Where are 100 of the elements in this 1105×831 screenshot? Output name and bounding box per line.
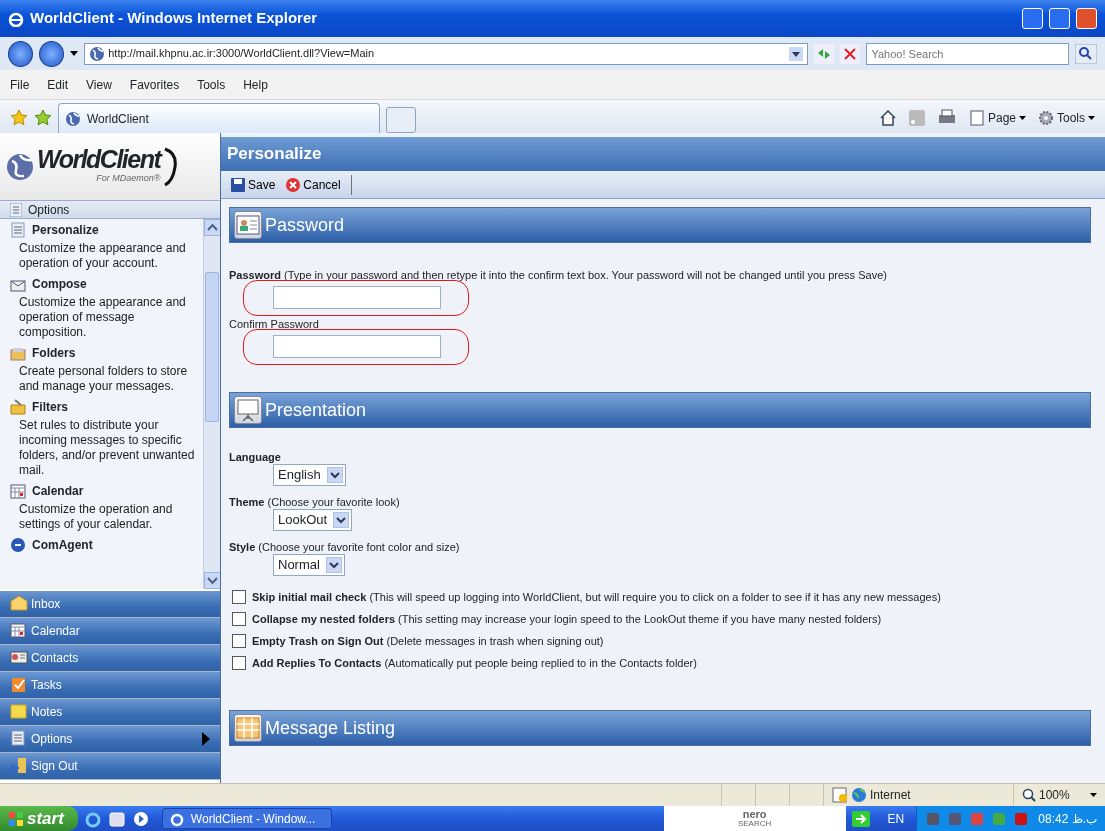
close-icon — [286, 177, 301, 192]
dropdown-select[interactable]: Normal — [273, 554, 345, 576]
checkbox-label: Empty Trash on Sign Out (Delete messages in trash when signing out) — [252, 634, 604, 648]
option-link[interactable]: Folders — [32, 345, 76, 361]
nav-button[interactable]: Inbox — [0, 591, 220, 618]
select-label: Language — [229, 450, 282, 464]
option-description: Customize the appearance and operation of your account. — [19, 241, 187, 271]
nav-button[interactable]: Options — [0, 726, 220, 753]
option-link[interactable]: Personalize — [32, 222, 99, 238]
password-field[interactable] — [273, 286, 441, 309]
command-menu[interactable]: Tools — [1038, 109, 1095, 127]
menu-item[interactable]: Edit — [47, 75, 69, 94]
nav-button[interactable]: Tasks — [0, 672, 220, 699]
section-header: Password — [229, 207, 1091, 243]
nav-button[interactable]: Calendar — [0, 618, 220, 645]
option-link[interactable]: Filters — [32, 399, 68, 415]
dropdown-arrow-icon[interactable] — [70, 51, 79, 56]
options-icon — [10, 202, 22, 217]
id-card-icon — [235, 212, 261, 238]
address-field[interactable]: http://mail.khpnu.ac.ir:3000/WorldClient.dll?View=Main — [84, 42, 809, 65]
door-icon — [10, 757, 28, 775]
swoosh-icon — [163, 146, 178, 187]
nav-button[interactable]: Contacts — [0, 645, 220, 672]
form-icon — [10, 730, 28, 748]
section-header: Message Listing — [229, 710, 1091, 746]
scroll-thumb[interactable] — [205, 272, 219, 422]
media-player-icon[interactable] — [131, 809, 150, 828]
zoom-icon — [1022, 788, 1036, 802]
option-description: Set rules to distribute your incoming messages to specific folders, and/or prevent unwanted mail. — [19, 418, 196, 478]
maximize-button[interactable] — [1049, 8, 1070, 29]
warning-page-icon — [832, 787, 848, 803]
caret-icon — [325, 557, 342, 573]
clock: 08:42 ب.ظ — [1038, 810, 1097, 828]
menu-item[interactable]: Help — [243, 75, 268, 94]
menu-item[interactable]: View — [86, 75, 112, 94]
taskbar-window-button[interactable]: WorldClient - Window... — [161, 808, 332, 829]
menu-item[interactable]: Favorites — [129, 75, 180, 94]
dropdown-select[interactable]: LookOut — [273, 509, 353, 531]
caret-icon — [1088, 116, 1095, 120]
caret-icon — [326, 467, 343, 483]
select-label: Theme (Choose your favorite look) — [229, 495, 401, 509]
note-icon — [10, 703, 28, 721]
home-icon[interactable] — [878, 109, 897, 127]
scroll-up-arrow-icon[interactable] — [204, 219, 220, 236]
checkbox[interactable] — [232, 634, 246, 648]
checkbox-label: Add Replies To Contacts (Automatically put people being replied to in the Contacts folder) — [252, 656, 697, 670]
form-icon — [10, 222, 26, 238]
search-icon[interactable] — [1075, 43, 1097, 64]
checkbox[interactable] — [232, 656, 246, 670]
option-link[interactable]: ComAgent — [32, 537, 93, 553]
option-link[interactable]: Calendar — [32, 483, 84, 499]
arrow-icon[interactable] — [851, 810, 870, 827]
page-title: Personalize — [221, 137, 1105, 171]
option-link[interactable]: Compose — [32, 276, 87, 292]
browser-tab[interactable]: WorldClient — [58, 103, 380, 133]
checkbox[interactable] — [232, 590, 246, 604]
nav-button[interactable]: Sign Out — [0, 753, 220, 780]
calendar-icon — [10, 483, 26, 499]
folder-icon — [10, 399, 26, 415]
contact-card-icon — [10, 649, 28, 667]
language-indicator[interactable]: EN — [887, 809, 905, 828]
add-favorite-icon[interactable] — [34, 109, 52, 127]
windows-flag-icon — [8, 810, 24, 827]
grid-icon — [235, 715, 261, 741]
checkbox-label: Collapse my nested folders (This setting may increase your login speed to the LookOut theme if you have many nested folders) — [252, 612, 882, 626]
forward-button[interactable] — [39, 40, 65, 67]
checkbox[interactable] — [232, 612, 246, 626]
logo-subtitle: For MDaemon® — [96, 172, 161, 186]
security-zone: Internet — [870, 787, 911, 804]
search-logo: nero SEARCH — [663, 806, 846, 831]
nav-button[interactable]: Notes — [0, 699, 220, 726]
menu-item[interactable]: File — [10, 75, 30, 94]
scrollbar[interactable] — [203, 219, 220, 589]
menu-item[interactable]: Tools — [197, 75, 226, 94]
envelope-icon — [10, 595, 28, 613]
gear-icon — [1038, 110, 1054, 126]
star-icon[interactable] — [10, 109, 28, 127]
option-description: Create personal folders to store and manage your messages. — [19, 364, 189, 394]
easel-icon — [235, 397, 261, 423]
field-label: Confirm Password — [229, 317, 320, 331]
scroll-down-arrow-icon[interactable] — [204, 572, 220, 589]
caret-icon — [1090, 793, 1097, 797]
stop-icon[interactable] — [840, 43, 861, 64]
caret-icon — [1019, 116, 1026, 120]
caret-icon — [333, 512, 350, 528]
folder-icon — [10, 345, 26, 361]
minimize-button[interactable] — [1022, 8, 1043, 29]
save-button[interactable]: Save — [227, 175, 280, 194]
checkbox-label: Skip initial mail check (This will speed up logging into WorldClient, but will require you to click on a folder to see if it has any new messages) — [252, 590, 941, 604]
refresh-icon[interactable] — [814, 43, 835, 64]
cancel-button[interactable]: Cancel — [282, 175, 345, 194]
password-field[interactable] — [273, 335, 441, 358]
calendar-icon — [10, 622, 28, 640]
back-button[interactable] — [8, 40, 34, 67]
command-menu[interactable]: Page — [968, 109, 1026, 127]
page-icon — [968, 110, 985, 126]
dropdown-select[interactable]: English — [273, 464, 346, 486]
close-button[interactable] — [1076, 8, 1097, 29]
search-field[interactable]: Yahoo! Search — [866, 42, 1069, 65]
select-label: Style (Choose your favorite font color and size) — [229, 540, 461, 554]
